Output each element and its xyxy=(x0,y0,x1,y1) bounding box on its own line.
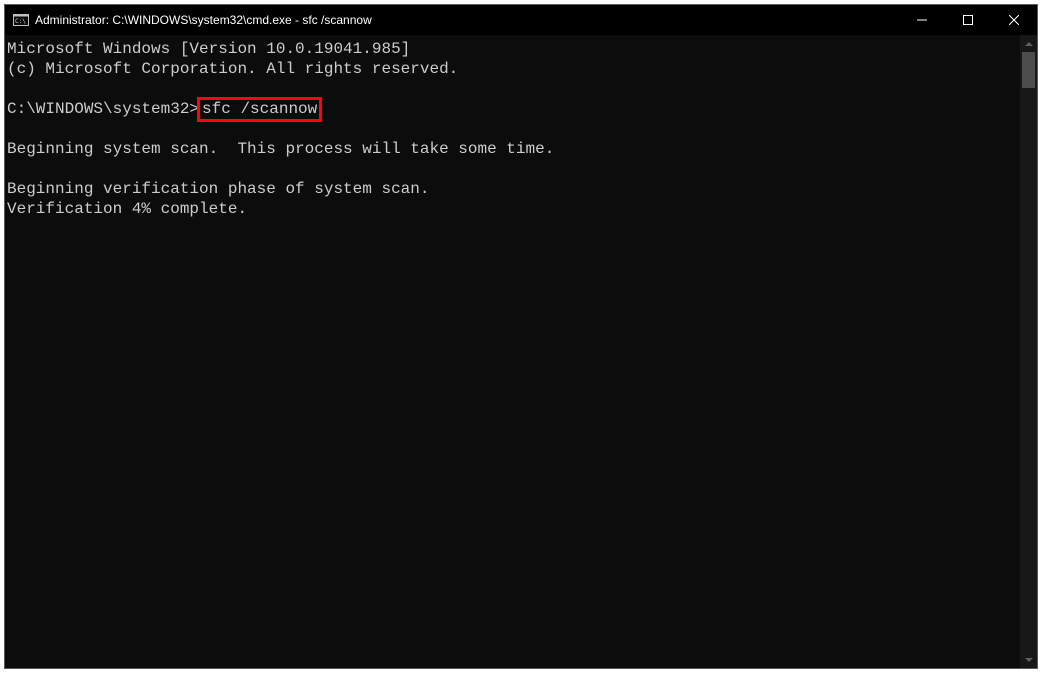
vertical-scrollbar[interactable] xyxy=(1020,35,1037,668)
titlebar[interactable]: C:\ Administrator: C:\WINDOWS\system32\c… xyxy=(5,5,1037,35)
cmd-window: C:\ Administrator: C:\WINDOWS\system32\c… xyxy=(4,4,1038,669)
window-controls xyxy=(899,5,1037,35)
highlighted-command: sfc /scannow xyxy=(197,97,322,122)
cmd-icon: C:\ xyxy=(13,12,29,28)
window-title: Administrator: C:\WINDOWS\system32\cmd.e… xyxy=(35,13,899,27)
out-beginning-scan: Beginning system scan. This process will… xyxy=(7,140,554,158)
close-button[interactable] xyxy=(991,5,1037,35)
scrollbar-track[interactable] xyxy=(1020,52,1037,651)
out-verification-progress: Verification 4% complete. xyxy=(7,200,247,218)
scrollbar-thumb[interactable] xyxy=(1022,52,1035,88)
out-verification-phase: Beginning verification phase of system s… xyxy=(7,180,429,198)
terminal-output[interactable]: Microsoft Windows [Version 10.0.19041.98… xyxy=(5,35,1020,668)
svg-text:C:\: C:\ xyxy=(15,18,26,25)
prompt: C:\WINDOWS\system32> xyxy=(7,100,199,118)
out-copyright: (c) Microsoft Corporation. All rights re… xyxy=(7,60,458,78)
scroll-down-arrow-icon[interactable] xyxy=(1020,651,1037,668)
out-version: Microsoft Windows [Version 10.0.19041.98… xyxy=(7,40,410,58)
scroll-up-arrow-icon[interactable] xyxy=(1020,35,1037,52)
client-area: Microsoft Windows [Version 10.0.19041.98… xyxy=(5,35,1037,668)
minimize-button[interactable] xyxy=(899,5,945,35)
maximize-button[interactable] xyxy=(945,5,991,35)
